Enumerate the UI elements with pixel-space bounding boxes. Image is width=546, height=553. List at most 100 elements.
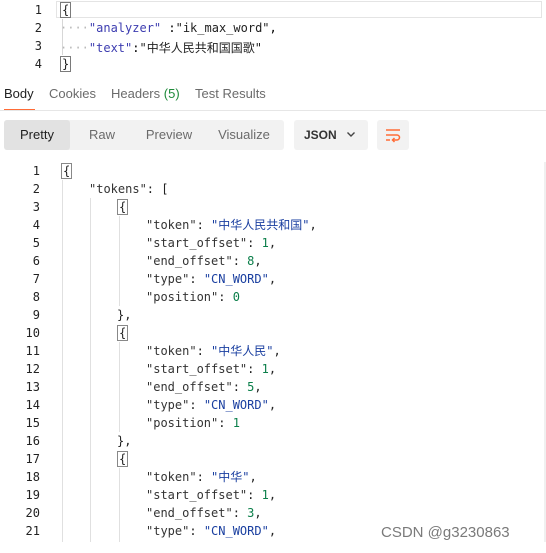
line-number: 10 [25,326,40,340]
code-content: "type": "CN_WORD", [146,396,276,414]
code-line[interactable]: 11 "token": "中华人民", [0,342,546,360]
json-key: "end_offset" [146,254,233,268]
code-content: "end_offset": 5, [146,378,262,396]
code-line[interactable]: ····"analyzer" :"ik_max_word", [60,21,277,35]
request-body-editor[interactable]: 1 { 2 ····"analyzer" :"ik_max_word", 3 ·… [0,0,546,74]
response-body-viewer[interactable]: 1{2 "tokens": [3{4 "token": "中华人民共和国", 5 "st… [0,162,546,542]
json-string: "CN_WORD" [203,272,269,286]
code-content: "tokens": [ [89,180,168,198]
code-content: }, [117,306,131,324]
json-value: "ik_max_word" [175,21,270,35]
view-preview-button[interactable]: Preview [134,120,204,150]
json-key: "token" [146,218,197,232]
line-number: 20 [25,506,40,520]
code-line[interactable]: 10 { [0,324,546,342]
json-key: "token" [146,470,197,484]
json-key: "type" [146,524,190,538]
code-line[interactable]: 2 "tokens": [ [0,180,546,198]
code-line[interactable]: 1{ [0,162,546,180]
line-number: 15 [25,416,40,430]
json-punctuation: : [247,488,262,502]
view-raw-button[interactable]: Raw [70,120,134,150]
code-line[interactable]: 12 "start_offset": 1, [0,360,546,378]
tab-cookies[interactable]: Cookies [49,86,96,101]
code-content: { [117,324,129,342]
view-pretty-button[interactable]: Pretty [4,120,70,150]
code-line[interactable]: 18 "token": "中华", [0,468,546,486]
code-content: { [117,198,129,216]
json-string: "CN_WORD" [203,398,269,412]
json-number: 1 [232,416,240,430]
json-punctuation: : [196,470,212,484]
response-tabs: Body Cookies Headers (5) Test Results [0,86,546,111]
json-punctuation: : [196,218,212,232]
json-punctuation: , [254,254,262,268]
code-line[interactable]: { [60,2,72,18]
code-line[interactable]: 6 "end_offset": 8, [0,252,546,270]
json-punctuation: : [247,236,262,250]
json-punctuation: { [61,163,73,179]
code-line[interactable]: 7 "type": "CN_WORD", [0,270,546,288]
tab-headers[interactable]: Headers (5) [111,86,180,101]
code-line[interactable]: 3{ [0,198,546,216]
json-punctuation: , [268,236,277,250]
code-content: "end_offset": 3, [146,504,262,522]
code-content: }, [117,432,131,450]
code-line[interactable]: 16}, [0,432,546,450]
code-line[interactable]: 20 "end_offset": 3, [0,504,546,522]
json-punctuation: : [232,506,248,520]
code-line[interactable]: 13 "end_offset": 5, [0,378,546,396]
json-punctuation: , [268,272,277,286]
line-number: 21 [25,524,40,538]
json-comma: , [269,21,277,35]
code-content: { [61,162,73,180]
line-number: 17 [25,452,40,466]
json-punctuation: , [273,344,281,358]
wrap-lines-button[interactable] [377,120,409,150]
json-punctuation: , [254,380,262,394]
json-punctuation: { [117,451,129,467]
json-value: "中华人民共和国国歌" [139,41,262,55]
tab-body[interactable]: Body [4,86,34,101]
json-punctuation: : [189,524,204,538]
line-number: 11 [25,344,40,358]
code-content: "type": "CN_WORD", [146,270,276,288]
code-line[interactable]: 17 { [0,450,546,468]
line-number: 3 [32,200,40,214]
json-string: "CN_WORD" [203,524,269,538]
open-brace: { [60,2,72,18]
json-punctuation: : [218,416,233,430]
code-line[interactable]: 5 "start_offset": 1, [0,234,546,252]
code-content: "start_offset": 1, [146,486,276,504]
line-number: 1 [32,164,40,178]
code-line[interactable]: ····"text":"中华人民共和国国歌" [60,39,262,56]
watermark: CSDN @g3230863 [381,524,510,541]
code-line[interactable]: 8 "position": 0 [0,288,546,306]
line-number: 8 [32,290,40,304]
tab-test-results[interactable]: Test Results [195,86,266,101]
code-content: "start_offset": 1, [146,360,276,378]
line-number: 4 [34,57,42,71]
json-punctuation: , [268,524,277,538]
json-key: "end_offset" [146,380,233,394]
view-visualize-button[interactable]: Visualize [204,120,284,150]
line-number: 1 [34,3,42,17]
json-punctuation: { [117,325,129,341]
json-punctuation: : [ [146,182,169,196]
code-line[interactable]: 14 "type": "CN_WORD", [0,396,546,414]
json-key: "position" [146,290,219,304]
json-punctuation: , [268,488,277,502]
view-mode-switcher: Pretty Raw Preview Visualize [4,120,284,150]
line-number: 2 [32,182,40,196]
code-line[interactable]: 15 "position": 1 [0,414,546,432]
format-select[interactable]: JSON [294,120,368,150]
code-line[interactable]: 4 "token": "中华人民共和国", [0,216,546,234]
whitespace-dots: ···· [60,21,89,35]
code-line[interactable]: 9}, [0,306,546,324]
line-number: 6 [32,254,40,268]
code-line[interactable]: 19 "start_offset": 1, [0,486,546,504]
line-number: 16 [25,434,40,448]
json-punctuation: : [232,254,248,268]
json-punctuation: }, [117,434,132,448]
code-line[interactable]: } [60,56,72,72]
